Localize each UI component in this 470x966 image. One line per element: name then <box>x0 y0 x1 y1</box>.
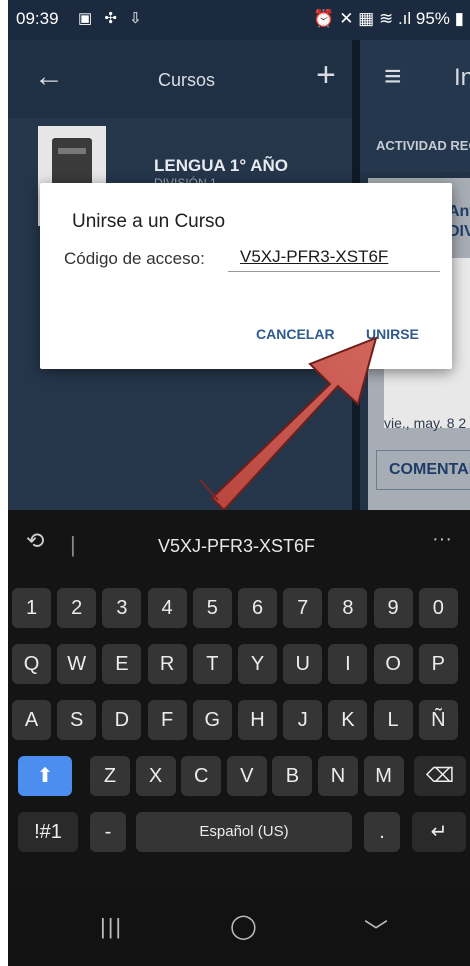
back-arrow-icon[interactable]: ← <box>34 60 64 94</box>
key-3[interactable]: 3 <box>102 588 142 628</box>
key-0[interactable]: 0 <box>418 588 458 628</box>
key-i[interactable]: I <box>328 644 368 684</box>
key-j[interactable]: J <box>283 700 323 740</box>
key-e[interactable]: E <box>102 644 142 684</box>
key-z[interactable]: Z <box>90 756 130 796</box>
more-icon[interactable]: ··· <box>432 528 452 551</box>
access-code-label: Código de acceso: <box>64 249 205 268</box>
key-f[interactable]: F <box>147 700 187 740</box>
access-code-input[interactable] <box>228 243 440 272</box>
key-8[interactable]: 8 <box>328 588 368 628</box>
key-2[interactable]: 2 <box>57 588 97 628</box>
courses-app-bar: ← Cursos + <box>8 40 352 118</box>
key-5[interactable]: 5 <box>192 588 232 628</box>
key-ñ[interactable]: Ñ <box>418 700 458 740</box>
recents-icon[interactable]: ||| <box>100 914 123 940</box>
right-pane-title: In <box>454 64 470 91</box>
symbols-key[interactable]: !#1 <box>18 812 78 852</box>
menu-icon[interactable]: ≡ <box>384 60 402 94</box>
period-key[interactable]: . <box>364 812 400 852</box>
space-key[interactable]: Español (US) <box>136 812 352 852</box>
key-x[interactable]: X <box>135 756 176 796</box>
key-9[interactable]: 9 <box>373 588 413 628</box>
courses-title: Cursos <box>158 70 216 90</box>
notification-icons: ▣ ✣ ⇩ <box>78 10 146 27</box>
back-nav-icon[interactable]: ﹀ <box>364 912 388 947</box>
key-u[interactable]: U <box>283 644 323 684</box>
enter-key[interactable]: ↵ <box>412 812 466 852</box>
suggestion-bar: ⟲ | V5XJ-PFR3-XST6F ··· <box>8 510 470 578</box>
key-v[interactable]: V <box>226 756 267 796</box>
status-right-indicators: ⏰ ✕ ▦ ≋ .ıl 95% ▮ <box>313 9 464 28</box>
navigation-bar: ||| ◯ ﹀ <box>8 888 470 966</box>
phone-screen: 09:39 ▣ ✣ ⇩ ⏰ ✕ ▦ ≋ .ıl 95% ▮ ← Cursos +… <box>8 0 470 966</box>
add-course-icon[interactable]: + <box>316 56 336 95</box>
status-bar: 09:39 ▣ ✣ ⇩ ⏰ ✕ ▦ ≋ .ıl 95% ▮ <box>8 0 470 40</box>
key-w[interactable]: W <box>57 644 97 684</box>
dash-key[interactable]: - <box>90 812 126 852</box>
key-1[interactable]: 1 <box>12 588 51 628</box>
key-p[interactable]: P <box>418 644 458 684</box>
key-d[interactable]: D <box>102 700 142 740</box>
key-t[interactable]: T <box>192 644 232 684</box>
key-6[interactable]: 6 <box>238 588 277 628</box>
home-icon[interactable]: ◯ <box>230 912 257 941</box>
key-7[interactable]: 7 <box>283 588 323 628</box>
key-y[interactable]: Y <box>238 644 277 684</box>
key-l[interactable]: L <box>373 700 413 740</box>
dialog-title: Unirse a un Curso <box>72 211 226 232</box>
right-app-bar: ≡ In <box>360 40 470 118</box>
shift-key[interactable]: ⬆ <box>18 756 72 796</box>
clipboard-icon[interactable]: ⟲ <box>26 528 44 554</box>
key-s[interactable]: S <box>57 700 97 740</box>
key-g[interactable]: G <box>192 700 232 740</box>
key-r[interactable]: R <box>147 644 187 684</box>
key-m[interactable]: M <box>363 756 404 796</box>
key-4[interactable]: 4 <box>147 588 187 628</box>
activity-section-header: ACTIVIDAD REC <box>360 118 470 172</box>
suggestion-text[interactable]: V5XJ-PFR3-XST6F <box>158 536 315 557</box>
key-n[interactable]: N <box>318 756 358 796</box>
key-k[interactable]: K <box>328 700 368 740</box>
key-c[interactable]: C <box>181 756 222 796</box>
backspace-key[interactable]: ⌫ <box>414 756 466 796</box>
pointer-arrow-annotation <box>199 336 378 512</box>
key-a[interactable]: A <box>12 700 51 740</box>
key-b[interactable]: B <box>272 756 313 796</box>
key-h[interactable]: H <box>238 700 277 740</box>
course-name: LENGUA 1° AÑO <box>154 156 288 175</box>
status-time: 09:39 <box>16 9 59 28</box>
suggestion-separator: | <box>70 532 76 557</box>
key-q[interactable]: Q <box>12 644 51 684</box>
key-o[interactable]: O <box>373 644 413 684</box>
